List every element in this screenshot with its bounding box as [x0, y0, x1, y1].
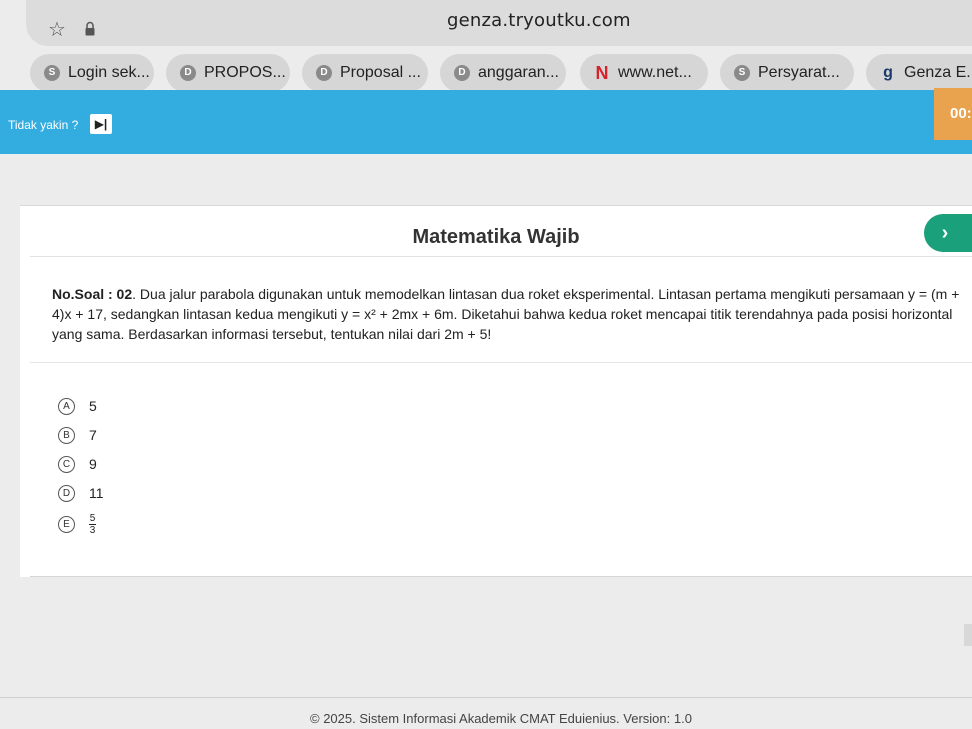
option-e[interactable]: E 5 3: [58, 512, 96, 536]
option-d[interactable]: D 11: [58, 483, 104, 503]
footer-copyright: © 2025. Sistem Informasi Akademik CMAT E…: [310, 711, 692, 726]
option-c[interactable]: C 9: [58, 454, 97, 474]
divider: [30, 256, 972, 257]
unsure-toggle[interactable]: ▶|: [90, 114, 112, 134]
question-text: No.Soal : 02. Dua jalur parabola digunak…: [52, 284, 964, 344]
option-letter: E: [58, 515, 75, 533]
subject-title: Matematika Wajib: [412, 226, 580, 248]
site-s-icon: S: [44, 65, 60, 81]
url-text[interactable]: genza.tryoutku.com: [447, 10, 631, 31]
option-letter: D: [58, 484, 75, 502]
bookmark-anggaran[interactable]: D anggaran...: [440, 54, 566, 92]
option-b[interactable]: B 7: [58, 425, 97, 445]
doc-d-icon: D: [180, 65, 196, 81]
bookmark-netflix[interactable]: N www.net...: [580, 54, 708, 92]
chevron-right-icon: ›: [941, 222, 949, 244]
option-value: 11: [89, 485, 104, 501]
fraction-numerator: 5: [89, 512, 96, 524]
genza-icon: g: [883, 64, 893, 81]
bookmark-label: Genza E.: [904, 64, 971, 81]
question-card: Matematika Wajib › No.Soal : 02. Dua jal…: [20, 205, 972, 577]
bookmark-star-icon[interactable]: ☆: [48, 20, 68, 40]
bookmark-persyarat[interactable]: S Persyarat...: [720, 54, 854, 92]
bookmark-proposal[interactable]: D Proposal ...: [302, 54, 428, 92]
option-value: 7: [89, 427, 97, 443]
bookmark-label: PROPOS...: [204, 64, 286, 81]
divider: [30, 362, 972, 363]
bookmark-label: Login sek...: [68, 64, 150, 81]
exam-header-bar: [0, 90, 972, 154]
option-value: 9: [89, 456, 97, 472]
netflix-icon: N: [595, 63, 609, 83]
option-letter: A: [58, 397, 75, 415]
bookmark-label: Persyarat...: [758, 64, 840, 81]
option-letter: B: [58, 426, 75, 444]
fraction-denominator: 3: [89, 524, 96, 536]
scrollbar-handle[interactable]: [964, 624, 972, 646]
question-body: . Dua jalur parabola digunakan untuk mem…: [52, 286, 960, 342]
doc-d-icon: D: [454, 65, 470, 81]
unsure-label: Tidak yakin ?: [8, 118, 79, 132]
next-question-button[interactable]: ›: [924, 214, 972, 252]
option-a[interactable]: A 5: [58, 396, 97, 416]
countdown-timer: 00:: [934, 88, 972, 140]
bookmark-genza[interactable]: g Genza E.: [866, 54, 972, 92]
question-number: No.Soal : 02: [52, 286, 133, 302]
bookmark-label: Proposal ...: [340, 64, 421, 81]
site-s-icon: S: [734, 65, 750, 81]
option-value: 5: [89, 398, 97, 414]
bookmark-label: anggaran...: [478, 64, 559, 81]
option-fraction: 5 3: [89, 512, 96, 536]
bookmark-label: www.net...: [618, 64, 692, 81]
bookmark-login[interactable]: S Login sek...: [30, 54, 154, 92]
doc-d-icon: D: [316, 65, 332, 81]
divider: [30, 576, 972, 577]
option-letter: C: [58, 455, 75, 473]
footer-divider: [0, 697, 972, 698]
lock-icon[interactable]: [84, 21, 96, 37]
bookmark-propos[interactable]: D PROPOS...: [166, 54, 290, 92]
